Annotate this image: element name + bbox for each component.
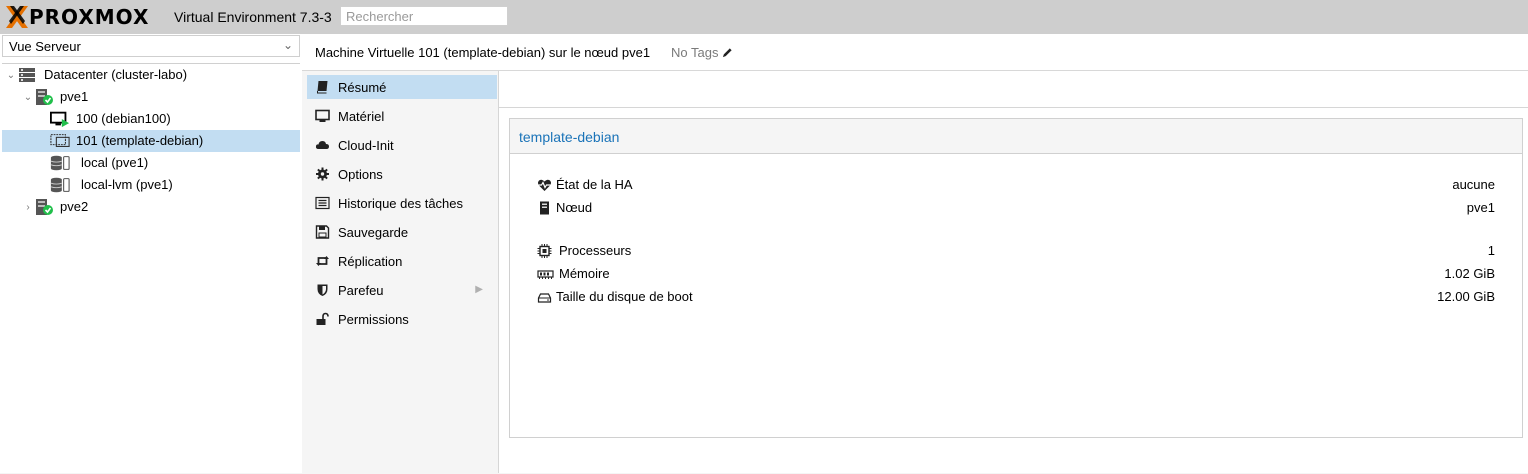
cpu-icon <box>537 244 552 258</box>
summary-row-ha: État de la HA aucune <box>537 175 1495 195</box>
floppy-icon <box>315 225 330 239</box>
page-title: Machine Virtuelle 101 (template-debian) … <box>315 45 651 60</box>
tree-item-datacenter[interactable]: ⌄ Datacenter (cluster-labo) <box>2 64 300 86</box>
summary-row-value: 1 <box>1487 243 1495 258</box>
nav-item-sauvegarde[interactable]: Sauvegarde <box>307 220 497 244</box>
hdd-icon <box>537 293 552 303</box>
summary-row-value: 12.00 GiB <box>1437 289 1495 304</box>
logo-text: PROXMOX <box>29 5 150 29</box>
nav-item-options[interactable]: Options <box>307 162 497 186</box>
nav-item-label: Parefeu <box>338 283 384 298</box>
list-icon <box>315 196 330 210</box>
tree-item-pve1[interactable]: ⌄ pve1 <box>2 86 300 108</box>
template-icon <box>50 134 70 147</box>
summary-row-node: Nœud pve1 <box>537 198 1495 218</box>
server-icon <box>540 201 549 215</box>
collapse-icon[interactable]: ⌄ <box>23 92 33 103</box>
resource-tree-panel: Vue Serveur ⌄ ⌄ Datacenter (cluster-labo… <box>0 34 303 473</box>
summary-row-label: Nœud <box>556 200 593 215</box>
nav-item-label: Réplication <box>338 254 403 269</box>
memory-icon <box>537 270 554 279</box>
storage-icon <box>50 155 70 171</box>
panel-header: template-debian <box>510 119 1522 154</box>
proxmox-x-icon <box>6 6 28 28</box>
tree-item-label: 100 (debian100) <box>76 111 171 126</box>
summary-row-label: Mémoire <box>559 266 610 281</box>
search-input[interactable] <box>340 6 508 26</box>
submenu-arrow-icon: ▶ <box>475 284 483 295</box>
main-area: Machine Virtuelle 101 (template-debian) … <box>302 34 1528 473</box>
chevron-down-icon[interactable]: ⌄ <box>283 38 293 52</box>
nav-item-parefeu[interactable]: Parefeu ▶ <box>307 278 497 302</box>
node-online-icon <box>36 199 53 215</box>
tree-item-storage-local-lvm[interactable]: local-lvm (pve1) <box>2 174 300 196</box>
shield-icon <box>317 284 328 296</box>
summary-row-value: 1.02 GiB <box>1444 266 1495 281</box>
tree-item-label: local-lvm (pve1) <box>81 177 173 192</box>
nav-item-materiel[interactable]: Matériel <box>307 104 497 128</box>
summary-row-label: État de la HA <box>556 177 633 192</box>
proxmox-logo: PROXMOX <box>5 5 149 29</box>
product-version: Virtual Environment 7.3-3 <box>174 9 332 25</box>
summary-content: template-debian État de la HA aucune Nœu… <box>498 71 1528 473</box>
monitor-icon <box>315 109 330 122</box>
summary-toolbar <box>499 71 1528 108</box>
tags-label: No Tags <box>671 45 719 60</box>
tree-item-label: 101 (template-debian) <box>76 133 204 148</box>
summary-row-value: aucune <box>1452 177 1495 192</box>
nav-item-replication[interactable]: Réplication <box>307 249 497 273</box>
view-selector-value: Vue Serveur <box>9 39 81 54</box>
nav-item-label: Matériel <box>338 109 385 124</box>
content-header: Machine Virtuelle 101 (template-debian) … <box>302 34 1528 71</box>
gear-icon <box>316 167 329 181</box>
tree-item-pve2[interactable]: › pve2 <box>2 196 300 218</box>
retweet-icon <box>316 256 329 266</box>
expand-icon[interactable]: › <box>23 202 33 213</box>
summary-panel: template-debian État de la HA aucune Nœu… <box>509 118 1523 438</box>
nav-item-label: Permissions <box>338 312 409 327</box>
view-selector[interactable]: Vue Serveur ⌄ <box>2 35 300 57</box>
summary-row-value: pve1 <box>1466 200 1495 215</box>
vm-nav-menu: Résumé Matériel Cloud-Init Options Histo… <box>307 75 497 473</box>
cloud-icon <box>315 141 329 149</box>
summary-row-label: Processeurs <box>559 243 632 258</box>
storage-icon <box>50 177 70 193</box>
vm-running-icon <box>50 111 70 128</box>
datacenter-icon <box>19 68 35 82</box>
nav-item-label: Cloud-Init <box>338 138 394 153</box>
nav-item-label: Historique des tâches <box>338 196 464 211</box>
summary-row-label: Taille du disque de boot <box>556 289 693 304</box>
book-icon <box>317 81 328 94</box>
nav-item-label: Résumé <box>338 80 387 95</box>
summary-row-cpu: Processeurs 1 <box>537 241 1495 261</box>
nav-item-resume[interactable]: Résumé <box>307 75 497 99</box>
top-bar: PROXMOX Virtual Environment 7.3-3 <box>0 0 1528 34</box>
tree-item-label: pve1 <box>60 89 89 104</box>
tree-item-template-101[interactable]: 101 (template-debian) <box>2 130 300 152</box>
nav-item-permissions[interactable]: Permissions <box>307 307 497 331</box>
collapse-icon[interactable]: ⌄ <box>6 70 16 81</box>
tree-item-label: pve2 <box>60 199 89 214</box>
panel-title: template-debian <box>519 129 620 145</box>
summary-row-boot-disk: Taille du disque de boot 12.00 GiB <box>537 287 1495 307</box>
resource-tree: ⌄ Datacenter (cluster-labo) ⌄ pve1 100 (… <box>2 63 300 474</box>
tree-item-vm-100[interactable]: 100 (debian100) <box>2 108 300 130</box>
nav-item-label: Sauvegarde <box>338 225 409 240</box>
summary-row-memory: Mémoire 1.02 GiB <box>537 264 1495 284</box>
tags-editor[interactable]: No Tags <box>671 45 733 60</box>
tree-item-label: Datacenter (cluster-labo) <box>44 67 188 82</box>
tree-item-label: local (pve1) <box>81 155 149 170</box>
nav-item-historique[interactable]: Historique des tâches <box>307 191 497 215</box>
tree-item-storage-local[interactable]: local (pve1) <box>2 152 300 174</box>
nav-item-label: Options <box>338 167 383 182</box>
pencil-icon[interactable] <box>722 47 733 58</box>
node-online-icon <box>36 89 53 105</box>
unlock-icon <box>316 312 329 325</box>
heartbeat-icon <box>538 179 551 191</box>
nav-item-cloud-init[interactable]: Cloud-Init <box>307 133 497 157</box>
